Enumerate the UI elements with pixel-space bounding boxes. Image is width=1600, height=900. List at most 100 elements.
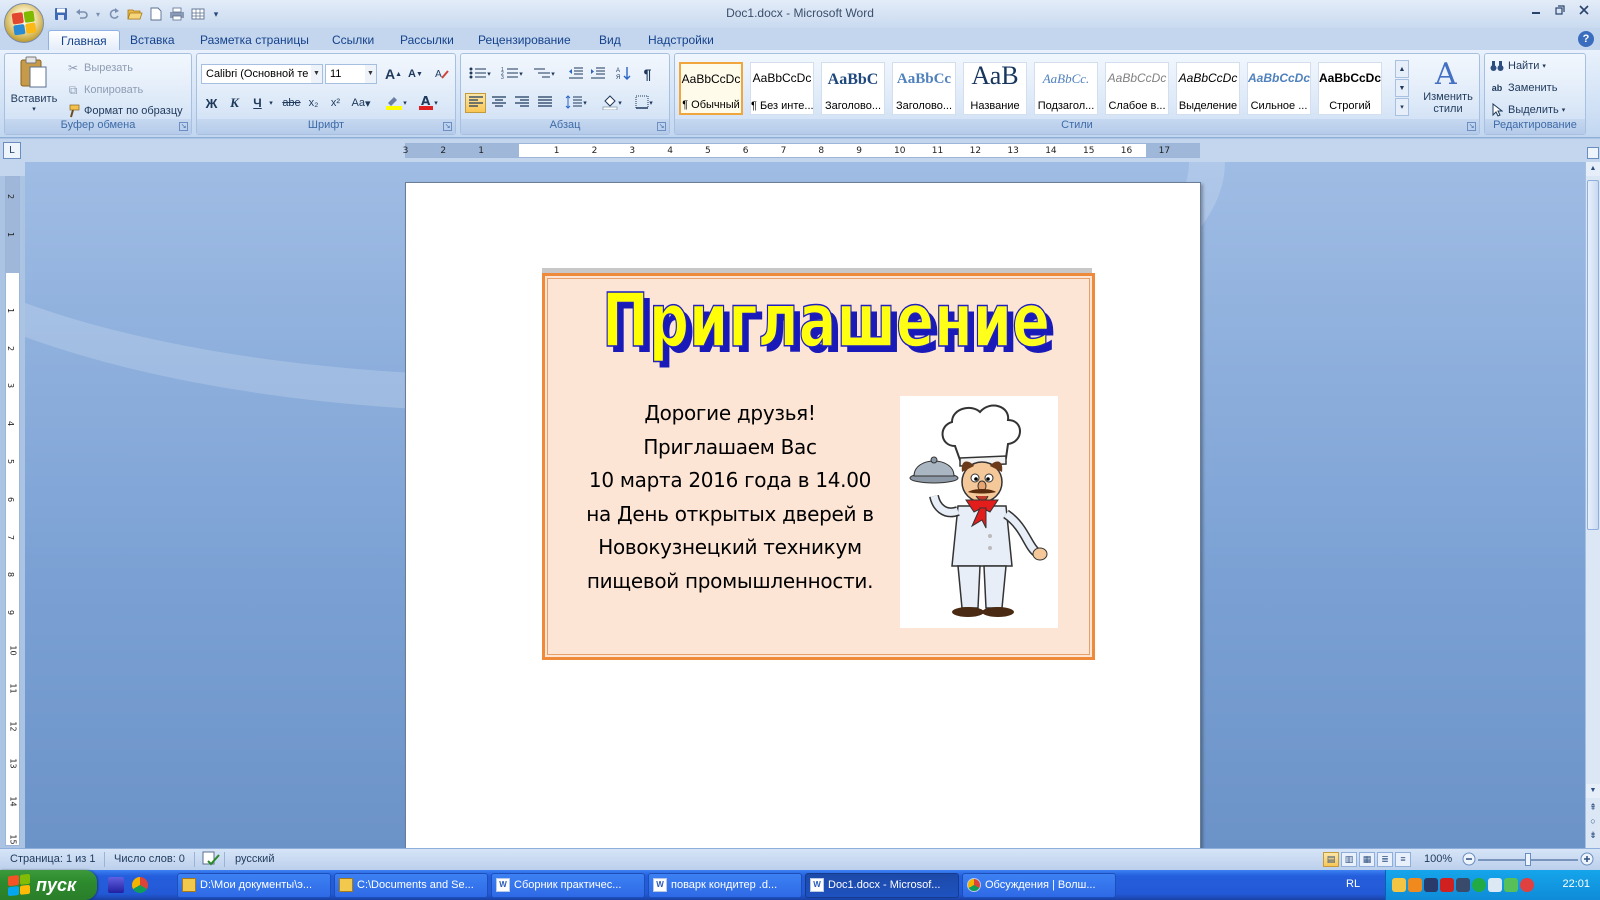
- change-case-button[interactable]: Aa ▾: [347, 93, 375, 113]
- page-count[interactable]: Страница: 1 из 1: [10, 853, 96, 865]
- vertical-ruler[interactable]: 2 1 1 2 3 4 5 6 7 8 9 10 11 12 13 14 15: [5, 176, 20, 846]
- restore-icon[interactable]: [1550, 3, 1570, 17]
- gallery-up-button[interactable]: ▲: [1395, 60, 1409, 78]
- dialog-launcher-icon[interactable]: ↘: [443, 122, 452, 131]
- tab-review[interactable]: Рецензирование: [466, 30, 583, 50]
- tray-app-icon[interactable]: [1392, 878, 1406, 892]
- format-painter-button[interactable]: Формат по образцу: [65, 103, 183, 119]
- clear-formatting-button[interactable]: A: [431, 64, 452, 84]
- language-indicator[interactable]: русский: [235, 853, 274, 865]
- bullets-button[interactable]: ▾: [465, 64, 495, 84]
- full-screen-reading-view-icon[interactable]: ▥: [1341, 852, 1357, 867]
- taskbar-task[interactable]: W Doc1.docx - Microsof...: [805, 873, 959, 898]
- network-icon[interactable]: [1456, 878, 1470, 892]
- style-7-tile[interactable]: AaBbCcDc Выделение: [1176, 62, 1240, 115]
- paste-button[interactable]: Вставить ▾: [7, 56, 61, 118]
- superscript-button[interactable]: x²: [325, 93, 346, 113]
- zoom-slider-thumb[interactable]: [1525, 853, 1531, 866]
- taskbar-task[interactable]: Wповарк кондитер .d...: [648, 873, 802, 898]
- taskbar-task[interactable]: W Сборник практичес...: [491, 873, 645, 898]
- tray-app-icon[interactable]: [1472, 878, 1486, 892]
- view-ruler-toggle-icon[interactable]: [1587, 147, 1599, 159]
- shading-button[interactable]: ▾: [597, 93, 627, 113]
- italic-button[interactable]: К: [224, 93, 245, 113]
- outline-view-icon[interactable]: ≣: [1377, 852, 1393, 867]
- style-9-tile[interactable]: AaBbCcDc Строгий: [1318, 62, 1382, 115]
- font-name-select[interactable]: Calibri (Основной те ▼: [201, 64, 323, 84]
- tray-app-icon[interactable]: [1440, 878, 1454, 892]
- web-layout-view-icon[interactable]: ▦: [1359, 852, 1375, 867]
- taskbar-task[interactable]: Обсуждения | Волш...: [962, 873, 1116, 898]
- office-button[interactable]: [4, 3, 44, 43]
- proofing-icon[interactable]: [202, 851, 220, 870]
- numbering-button[interactable]: 1 2 3 ▾: [497, 64, 527, 84]
- zoom-out-icon[interactable]: [1462, 852, 1476, 869]
- highlight-button[interactable]: ▾: [381, 93, 411, 113]
- multilevel-list-button[interactable]: ▾: [529, 64, 559, 84]
- word-count[interactable]: Число слов: 0: [114, 853, 185, 865]
- find-button[interactable]: Найти ▾: [1489, 58, 1546, 74]
- font-size-select[interactable]: 11 ▼: [325, 64, 377, 84]
- style-5-tile[interactable]: AaBbCc. Подзагол...: [1034, 62, 1098, 115]
- horizontal-ruler[interactable]: 3 2 1 1 2 3 4 5 6 7 8 9 10 11 12 13 14 15 16 17: [403, 143, 1200, 158]
- print-layout-view-icon[interactable]: ▤: [1323, 852, 1339, 867]
- dialog-launcher-icon[interactable]: ↘: [657, 122, 666, 131]
- next-page-icon[interactable]: ⇟: [1586, 830, 1600, 842]
- tray-app-icon[interactable]: [1504, 878, 1518, 892]
- invitation-text[interactable]: Дорогие друзья! Приглашаем Вас 10 марта …: [580, 397, 880, 598]
- dialog-launcher-icon[interactable]: ↘: [179, 122, 188, 131]
- tab-mailings[interactable]: Рассылки: [388, 30, 466, 50]
- chrome-icon[interactable]: [132, 877, 148, 893]
- tray-app-icon[interactable]: [1520, 878, 1534, 892]
- taskbar-task[interactable]: D:\Мои документы\э...: [177, 873, 331, 898]
- increase-indent-button[interactable]: [587, 64, 608, 84]
- tab-home[interactable]: Главная: [48, 30, 120, 51]
- copy-button[interactable]: ⧉ Копировать: [65, 82, 144, 98]
- decrease-indent-button[interactable]: [565, 64, 586, 84]
- zoom-level[interactable]: 100%: [1424, 853, 1452, 865]
- align-center-button[interactable]: [488, 93, 509, 113]
- tab-addins[interactable]: Надстройки: [636, 30, 726, 50]
- quicklaunch-app-icon[interactable]: [108, 877, 124, 893]
- tray-app-icon[interactable]: [1424, 878, 1438, 892]
- tab-page-layout[interactable]: Разметка страницы: [188, 30, 321, 50]
- underline-dropdown[interactable]: ▾: [266, 93, 276, 113]
- strikethrough-button[interactable]: abe: [281, 93, 302, 113]
- underline-button[interactable]: Ч: [247, 93, 268, 113]
- sort-button[interactable]: АЯ: [613, 64, 634, 84]
- justify-button[interactable]: [534, 93, 555, 113]
- chef-image[interactable]: [900, 396, 1058, 628]
- style-0-tile[interactable]: AaBbCcDc ¶ Обычный: [679, 62, 743, 115]
- subscript-button[interactable]: x₂: [303, 93, 324, 113]
- volume-icon[interactable]: [1488, 878, 1502, 892]
- tab-view[interactable]: Вид: [587, 30, 633, 50]
- style-1-tile[interactable]: AaBbCcDc ¶ Без инте...: [750, 62, 814, 115]
- select-button[interactable]: Выделить ▾: [1489, 102, 1565, 118]
- style-2-tile[interactable]: AaBbC Заголово...: [821, 62, 885, 115]
- align-left-button[interactable]: [465, 93, 486, 113]
- tab-insert[interactable]: Вставка: [118, 30, 187, 50]
- vertical-scrollbar[interactable]: ▲ ▼ ⇞ ○ ⇟: [1585, 162, 1600, 848]
- draft-view-icon[interactable]: ≡: [1395, 852, 1411, 867]
- zoom-in-icon[interactable]: [1580, 852, 1594, 869]
- minimize-icon[interactable]: [1526, 3, 1546, 17]
- gallery-more-button[interactable]: ▾: [1395, 98, 1409, 116]
- style-4-tile[interactable]: АаВ Название: [963, 62, 1027, 115]
- start-button[interactable]: пуск: [0, 870, 97, 900]
- scroll-up-icon[interactable]: ▲: [1586, 162, 1600, 176]
- borders-button[interactable]: ▾: [629, 93, 659, 113]
- gallery-down-button[interactable]: ▼: [1395, 79, 1409, 97]
- help-icon[interactable]: ?: [1578, 31, 1594, 47]
- cut-button[interactable]: ✂ Вырезать: [65, 60, 133, 76]
- style-8-tile[interactable]: AaBbCcDc Сильное ...: [1247, 62, 1311, 115]
- browse-object-icon[interactable]: ○: [1586, 816, 1600, 828]
- align-right-button[interactable]: [511, 93, 532, 113]
- grow-font-button[interactable]: A ▲: [383, 64, 404, 84]
- show-marks-button[interactable]: ¶: [637, 64, 658, 84]
- tab-references[interactable]: Ссылки: [320, 30, 386, 50]
- shrink-font-button[interactable]: A ▼: [405, 64, 426, 84]
- font-color-button[interactable]: A ▾: [413, 93, 443, 113]
- taskbar-task[interactable]: C:\Documents and Se...: [334, 873, 488, 898]
- scrollbar-thumb[interactable]: [1587, 180, 1599, 530]
- style-6-tile[interactable]: AaBbCcDc Слабое в...: [1105, 62, 1169, 115]
